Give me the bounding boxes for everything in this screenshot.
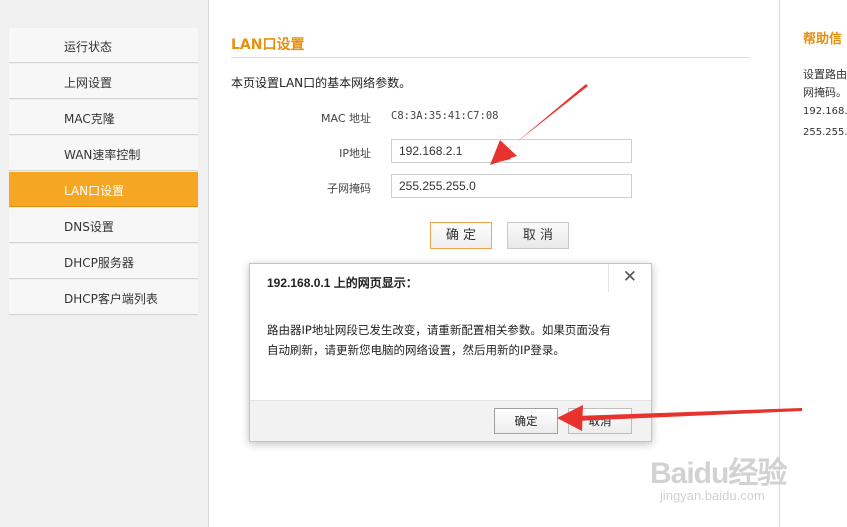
dialog-ok-button[interactable]: 确定 xyxy=(494,408,558,434)
help-line: 设置路由 xyxy=(803,68,847,81)
help-line: 网掩码。 xyxy=(803,86,847,99)
dialog-message: 路由器IP地址网段已发生改变，请重新配置相关参数。如果页面没有 自动刷新，请更新… xyxy=(267,320,637,360)
sidebar-item-running-status[interactable]: 运行状态 xyxy=(9,28,198,63)
ip-label: IP地址 xyxy=(339,147,371,160)
sidebar-item-label: DHCP客户端列表 xyxy=(64,292,158,306)
watermark-logo: Baidu经验 xyxy=(650,457,787,490)
sidebar-item-dhcp-server[interactable]: DHCP服务器 xyxy=(9,244,198,279)
sidebar-item-label: 运行状态 xyxy=(64,40,113,54)
save-button[interactable]: 确 定 xyxy=(430,222,492,249)
sidebar-item-mac-clone[interactable]: MAC克隆 xyxy=(9,100,198,135)
page-title: LAN口设置 xyxy=(231,37,305,53)
help-line: 192.168. xyxy=(803,106,847,117)
sidebar-top-spacer xyxy=(9,0,198,29)
sidebar-item-dhcp-clients[interactable]: DHCP客户端列表 xyxy=(9,280,198,315)
watermark-url: jingyan.baidu.com xyxy=(660,488,765,503)
dialog-close-area: ✕ xyxy=(608,264,651,292)
help-line: 255.255. xyxy=(803,127,847,138)
ip-address-input[interactable]: 192.168.2.1 xyxy=(391,139,632,163)
page-description: 本页设置LAN口的基本网络参数。 xyxy=(231,76,412,90)
dialog-message-line: 路由器IP地址网段已发生改变，请重新配置相关参数。如果页面没有 xyxy=(267,323,611,337)
sidebar-item-wan-rate[interactable]: WAN速率控制 xyxy=(9,136,198,171)
sidebar-item-label: MAC克隆 xyxy=(64,112,115,126)
subnet-mask-label: 子网掩码 xyxy=(327,182,371,195)
alert-dialog: 192.168.0.1 上的网页显示： ✕ 路由器IP地址网段已发生改变，请重新… xyxy=(249,263,652,442)
close-icon[interactable]: ✕ xyxy=(623,267,637,287)
sidebar-item-label: LAN口设置 xyxy=(64,184,125,198)
dialog-message-line: 自动刷新，请更新您电脑的网络设置，然后用新的IP登录。 xyxy=(267,343,565,357)
cancel-button[interactable]: 取 消 xyxy=(507,222,569,249)
sidebar-item-dns[interactable]: DNS设置 xyxy=(9,208,198,243)
mac-value: C8:3A:35:41:C7:08 xyxy=(391,110,499,122)
dialog-cancel-button[interactable]: 取消 xyxy=(568,408,632,434)
help-title: 帮助信 xyxy=(803,32,843,47)
title-divider xyxy=(231,57,750,58)
sidebar-item-label: DNS设置 xyxy=(64,220,114,234)
sidebar-item-label: 上网设置 xyxy=(64,76,113,90)
dialog-footer: 确定 取消 xyxy=(250,400,651,441)
dialog-title: 192.168.0.1 上的网页显示： xyxy=(267,276,418,290)
sidebar-item-lan-settings[interactable]: LAN口设置 xyxy=(9,172,198,207)
sidebar: 运行状态 上网设置 MAC克隆 WAN速率控制 LAN口设置 DNS设置 DHC… xyxy=(0,0,209,527)
mac-label: MAC 地址 xyxy=(321,112,371,125)
sidebar-item-internet-settings[interactable]: 上网设置 xyxy=(9,64,198,99)
subnet-mask-input[interactable]: 255.255.255.0 xyxy=(391,174,632,198)
sidebar-item-label: DHCP服务器 xyxy=(64,256,134,270)
sidebar-item-label: WAN速率控制 xyxy=(64,148,141,162)
